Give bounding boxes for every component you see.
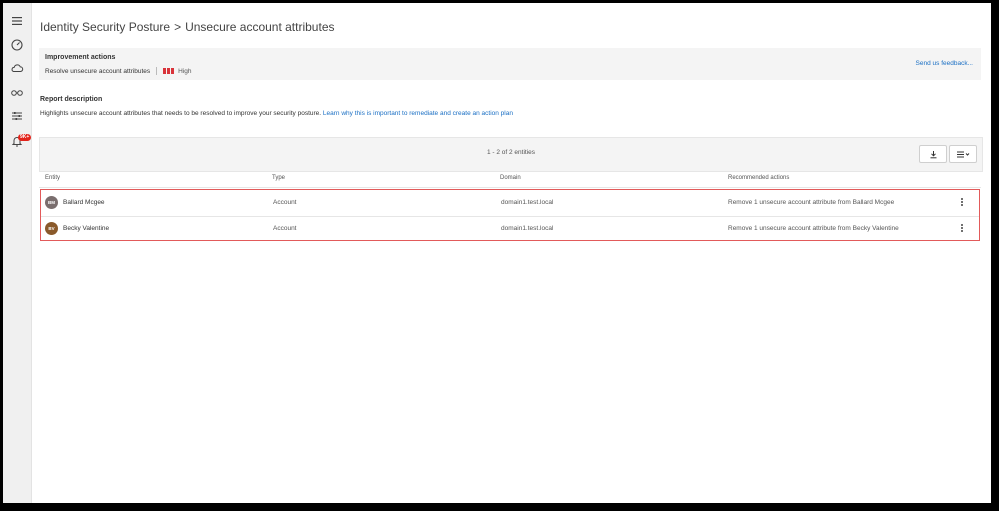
table-toolbar: 1 - 2 of 2 entities	[39, 137, 983, 172]
breadcrumb-parent[interactable]: Identity Security Posture	[40, 20, 170, 34]
divider	[156, 67, 158, 75]
severity-bars-icon	[163, 68, 175, 74]
list-view-icon	[957, 151, 970, 157]
column-settings-button[interactable]	[949, 145, 977, 163]
report-description-label: Report description	[40, 96, 103, 103]
glasses-icon[interactable]	[10, 85, 24, 99]
column-header-recommended-actions[interactable]: Recommended actions	[728, 175, 789, 181]
report-description: Highlights unsecure account attributes t…	[40, 110, 513, 117]
improvement-action-text: Resolve unsecure account attributes	[45, 67, 151, 75]
filters-icon[interactable]	[10, 109, 24, 123]
improvement-action-row: Resolve unsecure account attributes High	[45, 67, 192, 75]
header-divider	[39, 187, 981, 188]
column-header-type[interactable]: Type	[272, 175, 285, 181]
report-description-text: Highlights unsecure account attributes t…	[40, 110, 322, 117]
column-header-entity[interactable]: Entity	[45, 175, 60, 181]
main-content: Identity Security Posture > Unsecure accou…	[31, 3, 991, 503]
left-nav-rail: 9K+	[3, 3, 32, 503]
highlight-box	[40, 189, 980, 241]
severity-label: High	[178, 67, 192, 75]
column-header-domain[interactable]: Domain	[500, 175, 521, 181]
cloud-icon[interactable]	[10, 61, 24, 75]
entity-count: 1 - 2 of 2 entities	[486, 149, 536, 156]
notification-badge: 9K+	[18, 134, 32, 141]
app-window: 9K+ Identity Security Posture > Unsecure a…	[3, 3, 991, 503]
improvement-actions-label: Improvement actions	[45, 54, 116, 61]
improvement-actions-panel: Improvement actions Resolve unsecure acc…	[39, 48, 981, 80]
learn-more-link[interactable]: Learn why this is important to remediate…	[323, 110, 513, 117]
download-icon	[930, 150, 936, 158]
dashboard-icon[interactable]	[10, 38, 24, 52]
breadcrumb-separator: >	[174, 20, 182, 34]
menu-icon[interactable]	[10, 14, 24, 28]
page-title: Identity Security Posture > Unsecure accou…	[40, 20, 335, 34]
breadcrumb-current: Unsecure account attributes	[185, 20, 335, 34]
download-button[interactable]	[919, 145, 947, 163]
send-feedback-link[interactable]: Send us feedback...	[916, 60, 973, 67]
